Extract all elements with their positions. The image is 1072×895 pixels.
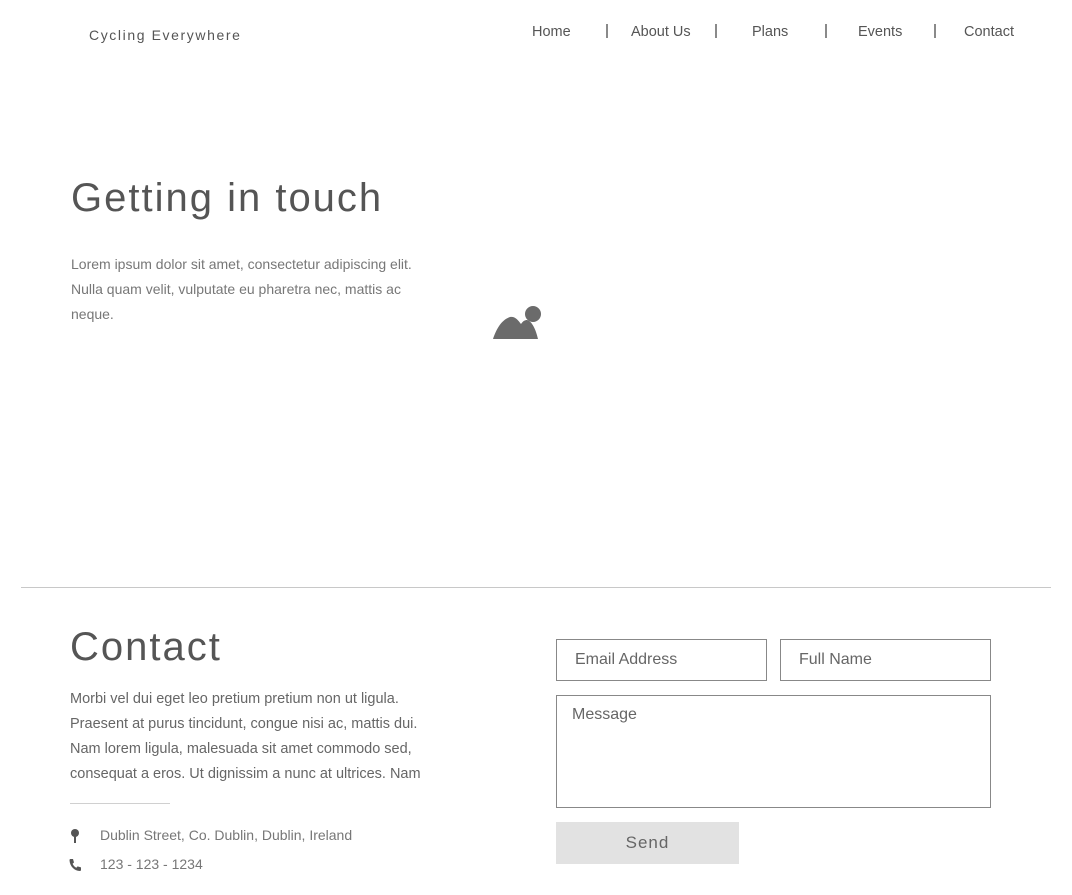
nav-separator xyxy=(934,24,936,38)
address-text: Dublin Street, Co. Dublin, Dublin, Irela… xyxy=(100,827,353,843)
nav-home[interactable]: Home xyxy=(532,24,571,40)
full-name-field[interactable] xyxy=(780,639,991,681)
nav-about[interactable]: About Us xyxy=(631,24,691,40)
address-row: Dublin Street, Co. Dublin, Dublin, Irela… xyxy=(68,826,352,846)
hero-title: Getting in touch xyxy=(71,176,384,220)
nav-plans[interactable]: Plans xyxy=(752,24,788,40)
contact-rule xyxy=(70,803,170,804)
send-button[interactable]: Send xyxy=(556,822,739,864)
map-pin-icon xyxy=(68,828,82,844)
nav-separator xyxy=(825,24,827,38)
phone-icon xyxy=(68,857,82,873)
nav-contact[interactable]: Contact xyxy=(964,24,1014,40)
nav-separator xyxy=(715,24,717,38)
contact-text: Morbi vel dui eget leo pretium pretium n… xyxy=(70,691,421,782)
contact-title: Contact xyxy=(70,625,222,669)
message-field[interactable] xyxy=(556,695,991,808)
main-nav: Home About Us Plans Events Contact xyxy=(0,22,1072,46)
phone-text: 123 - 123 - 1234 xyxy=(100,856,203,872)
image-placeholder-icon xyxy=(490,303,544,341)
phone-row: 123 - 123 - 1234 xyxy=(68,855,203,875)
section-divider xyxy=(21,587,1051,588)
nav-events[interactable]: Events xyxy=(858,24,902,40)
page: Cycling Everywhere Home About Us Plans E… xyxy=(0,0,1072,895)
email-field[interactable] xyxy=(556,639,767,681)
nav-separator xyxy=(606,24,608,38)
hero-text: Lorem ipsum dolor sit amet, consectetur … xyxy=(71,256,412,322)
